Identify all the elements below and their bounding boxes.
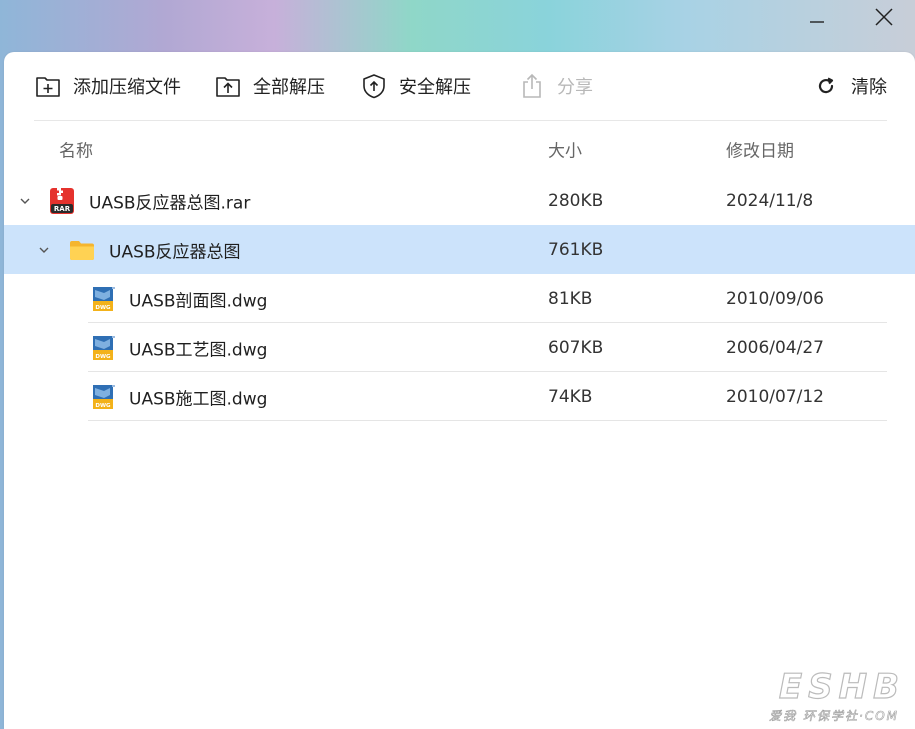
file-row-folder[interactable]: UASB反应器总图 761KB	[4, 225, 915, 274]
file-row-dwg[interactable]: DWG UASB剖面图.dwg 81KB 2010/09/06	[4, 274, 915, 323]
file-list: 名称 大小 修改日期 RAR UASB反应器总图.rar 280KB 2024/…	[4, 122, 915, 421]
dwg-file-icon: DWG	[93, 335, 115, 360]
clear-button[interactable]: 清除	[812, 67, 887, 105]
row-divider	[88, 420, 887, 421]
file-row-dwg[interactable]: DWG UASB工艺图.dwg 607KB 2006/04/27	[4, 323, 915, 372]
file-date: 2010/07/12	[726, 386, 824, 407]
chevron-down-icon[interactable]	[37, 243, 51, 257]
file-name: UASB工艺图.dwg	[129, 340, 268, 360]
clear-label: 清除	[851, 77, 887, 98]
minimize-button[interactable]	[797, 0, 837, 34]
file-size: 81KB	[548, 288, 593, 309]
safe-extract-label: 安全解压	[399, 77, 471, 98]
extract-all-label: 全部解压	[253, 77, 325, 98]
column-header-date[interactable]: 修改日期	[726, 137, 794, 162]
file-size: 280KB	[548, 190, 604, 211]
file-row-archive[interactable]: RAR UASB反应器总图.rar 280KB 2024/11/8	[4, 176, 915, 225]
add-archive-button[interactable]: 添加压缩文件	[34, 67, 181, 105]
archive-window: 添加压缩文件 全部解压 安全解压 分享 清除 名称 大小 修改日期 RAR UA…	[4, 52, 915, 729]
file-date: 2006/04/27	[726, 337, 824, 358]
safe-extract-button[interactable]: 安全解压	[360, 67, 471, 105]
rar-file-icon: RAR	[50, 187, 74, 214]
dwg-file-icon: DWG	[93, 286, 115, 311]
dwg-icon-text: DWG	[95, 354, 111, 360]
column-header-row: 名称 大小 修改日期	[4, 122, 915, 176]
dwg-file-icon: DWG	[93, 384, 115, 409]
folder-icon	[70, 240, 94, 260]
file-size: 761KB	[548, 239, 604, 260]
share-button[interactable]: 分享	[518, 67, 593, 105]
toolbar-divider	[34, 120, 887, 121]
add-archive-icon	[34, 72, 62, 100]
close-icon	[875, 8, 893, 26]
window-controls	[775, 0, 915, 34]
shield-icon	[360, 72, 388, 100]
dwg-icon-text: DWG	[95, 305, 111, 311]
share-icon	[518, 72, 546, 100]
refresh-icon	[812, 72, 840, 100]
file-name: UASB反应器总图.rar	[89, 193, 251, 213]
close-button[interactable]	[864, 0, 904, 34]
column-header-size[interactable]: 大小	[548, 137, 582, 162]
file-name: UASB反应器总图	[109, 242, 241, 262]
file-row-dwg[interactable]: DWG UASB施工图.dwg 74KB 2010/07/12	[4, 372, 915, 421]
file-name: UASB施工图.dwg	[129, 389, 268, 409]
chevron-down-icon[interactable]	[18, 194, 32, 208]
file-date: 2024/11/8	[726, 190, 814, 211]
add-archive-label: 添加压缩文件	[73, 77, 181, 98]
file-name: UASB剖面图.dwg	[129, 291, 268, 311]
file-size: 607KB	[548, 337, 604, 358]
rar-icon-text: RAR	[54, 205, 71, 213]
extract-all-icon	[214, 72, 242, 100]
share-label: 分享	[557, 77, 593, 98]
file-date: 2010/09/06	[726, 288, 824, 309]
file-size: 74KB	[548, 386, 593, 407]
minimize-icon	[810, 21, 824, 23]
toolbar: 添加压缩文件 全部解压 安全解压 分享 清除	[34, 67, 887, 105]
column-header-name[interactable]: 名称	[59, 137, 93, 162]
extract-all-button[interactable]: 全部解压	[214, 67, 325, 105]
dwg-icon-text: DWG	[95, 403, 111, 409]
